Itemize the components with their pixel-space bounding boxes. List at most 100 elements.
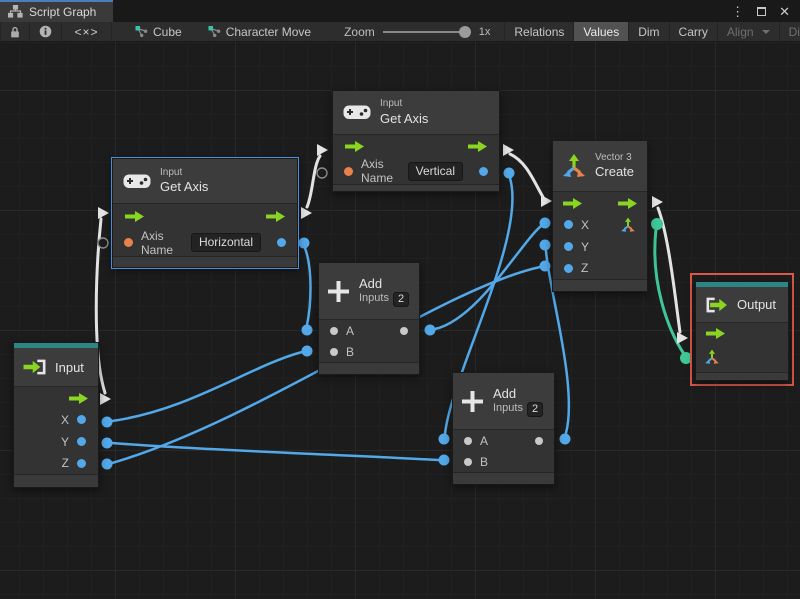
node-header[interactable]: Input Get Axis bbox=[113, 159, 297, 205]
inputs-count-field[interactable]: 2 bbox=[392, 291, 410, 307]
graph-breadcrumb-character-move[interactable]: Character Move bbox=[199, 22, 320, 41]
node-vector3-create[interactable]: Vector 3 Create X Y Z bbox=[552, 140, 648, 292]
node-header[interactable]: Add Inputs 2 bbox=[453, 373, 554, 431]
flow-in-port[interactable] bbox=[562, 197, 583, 209]
toggle-values[interactable]: Values bbox=[574, 22, 630, 41]
vector-wire-caps bbox=[651, 218, 692, 364]
lock-button[interactable] bbox=[0, 22, 30, 41]
close-icon[interactable]: ✕ bbox=[779, 5, 790, 18]
float-output-port[interactable] bbox=[479, 166, 488, 176]
node-header[interactable]: Input Get Axis bbox=[333, 91, 499, 135]
a-input-row: A bbox=[453, 430, 554, 451]
inputs-count-field[interactable]: 2 bbox=[526, 401, 544, 417]
b-input-row: B bbox=[453, 451, 554, 472]
arrow-out-of-bracket-icon bbox=[706, 297, 727, 312]
node-graph-input[interactable]: Input X Y Z bbox=[13, 342, 99, 488]
maximize-icon[interactable] bbox=[757, 6, 767, 16]
axis-name-field[interactable]: Vertical bbox=[407, 161, 463, 181]
y-input-row: Y bbox=[553, 236, 647, 258]
zoom-control: Zoom 1x bbox=[334, 22, 500, 41]
button-label: Align bbox=[726, 24, 754, 39]
tab-label: Script Graph bbox=[29, 5, 97, 19]
graph-breadcrumb-cube[interactable]: Cube bbox=[126, 22, 191, 41]
x-input-port[interactable] bbox=[564, 220, 573, 230]
button-label: Relations bbox=[514, 24, 565, 39]
x-output-port[interactable] bbox=[77, 415, 86, 425]
node-title: Get Axis bbox=[380, 110, 429, 126]
toggle-dim[interactable]: Dim bbox=[629, 22, 670, 41]
z-input-port[interactable] bbox=[564, 263, 573, 273]
node-title: Add bbox=[493, 385, 517, 401]
info-button[interactable] bbox=[30, 22, 62, 41]
flow-wire-getaxis-horizontal-to-getaxis-vertical[interactable] bbox=[305, 154, 322, 209]
node-header[interactable]: Vector 3 Create bbox=[553, 141, 647, 193]
flow-out-port[interactable] bbox=[265, 211, 286, 223]
plus-icon bbox=[462, 390, 483, 412]
tab-script-graph[interactable]: Script Graph bbox=[0, 0, 113, 22]
flow-out-port[interactable] bbox=[617, 197, 638, 209]
a-input-port[interactable] bbox=[330, 326, 338, 335]
unconnected-port-marker[interactable] bbox=[316, 167, 328, 179]
port-label: Y bbox=[581, 239, 590, 254]
toggle-carry[interactable]: Carry bbox=[670, 22, 718, 41]
y-input-port[interactable] bbox=[564, 242, 573, 252]
node-get-axis-horizontal[interactable]: Input Get Axis Axis Name Horizontal bbox=[111, 157, 299, 269]
node-get-axis-vertical[interactable]: Input Get Axis Axis Name Vertical bbox=[332, 90, 500, 192]
y-output-port[interactable] bbox=[77, 437, 86, 447]
node-type-label: Input bbox=[380, 98, 403, 110]
node-add-2[interactable]: Add Inputs 2 A B bbox=[452, 372, 555, 485]
node-footer bbox=[319, 362, 419, 375]
a-input-port[interactable] bbox=[464, 436, 472, 445]
flow-out-port[interactable] bbox=[467, 140, 488, 152]
x-output-row: X bbox=[14, 409, 98, 431]
node-type-label: Vector 3 bbox=[595, 151, 632, 163]
sum-output-port[interactable] bbox=[400, 326, 408, 335]
vector3-output-port[interactable] bbox=[620, 217, 636, 233]
value-wire-horizontal-to-add1-a[interactable] bbox=[303, 246, 312, 327]
flow-ports-row bbox=[14, 387, 98, 409]
float-output-port[interactable] bbox=[277, 238, 286, 248]
z-output-port[interactable] bbox=[77, 458, 86, 468]
padlock-icon bbox=[11, 26, 19, 37]
node-header[interactable]: Add Inputs 2 bbox=[319, 263, 419, 321]
inputs-label: Inputs bbox=[493, 402, 523, 415]
b-input-port[interactable] bbox=[330, 347, 338, 356]
node-title: Add bbox=[359, 275, 383, 291]
axis-name-field[interactable]: Horizontal bbox=[190, 233, 261, 253]
node-graph-output[interactable]: Output bbox=[695, 281, 789, 381]
breadcrumb-label: Character Move bbox=[225, 24, 312, 39]
b-input-port[interactable] bbox=[464, 457, 472, 466]
vector3-input-port[interactable] bbox=[704, 349, 720, 365]
string-input-port[interactable] bbox=[124, 238, 133, 248]
code-glyph: <×> bbox=[74, 24, 99, 39]
distribute-dropdown[interactable]: Distribute bbox=[780, 22, 800, 41]
flow-wire-getaxis-vertical-to-create[interactable] bbox=[508, 152, 545, 199]
zoom-slider[interactable] bbox=[382, 25, 471, 38]
edit-script-button[interactable]: <×> bbox=[62, 22, 112, 41]
flow-in-port[interactable] bbox=[344, 140, 365, 152]
focused-tab-accent bbox=[0, 0, 113, 2]
arrow-into-bracket-icon bbox=[23, 359, 46, 375]
string-input-port[interactable] bbox=[344, 166, 353, 176]
button-label: Distribute bbox=[788, 24, 800, 39]
flow-out-port[interactable] bbox=[68, 392, 89, 404]
unconnected-port-marker[interactable] bbox=[97, 237, 109, 249]
node-add-1[interactable]: Add Inputs 2 A B bbox=[318, 262, 420, 375]
b-input-row: B bbox=[319, 341, 419, 362]
node-header[interactable]: Input bbox=[14, 348, 98, 388]
value-wire-input-x-to-add1-b[interactable] bbox=[110, 350, 304, 423]
align-dropdown[interactable]: Align bbox=[718, 22, 780, 41]
node-title: Get Axis bbox=[160, 179, 209, 195]
flow-in-port[interactable] bbox=[705, 328, 726, 339]
toggle-relations[interactable]: Relations bbox=[504, 22, 575, 41]
zoom-slider-handle[interactable] bbox=[458, 25, 471, 38]
port-label: A bbox=[480, 433, 489, 448]
inputs-label: Inputs bbox=[359, 292, 389, 305]
sum-output-port[interactable] bbox=[535, 436, 543, 445]
graph-canvas[interactable]: Input Get Axis Axis Name Vertical Input … bbox=[0, 42, 800, 599]
flow-in-port[interactable] bbox=[124, 211, 145, 223]
node-header[interactable]: Output bbox=[696, 287, 788, 323]
menu-icon[interactable]: ⋮ bbox=[731, 5, 744, 18]
value-wire-add1-to-create-x[interactable] bbox=[433, 224, 543, 331]
gamepad-icon bbox=[343, 105, 371, 120]
